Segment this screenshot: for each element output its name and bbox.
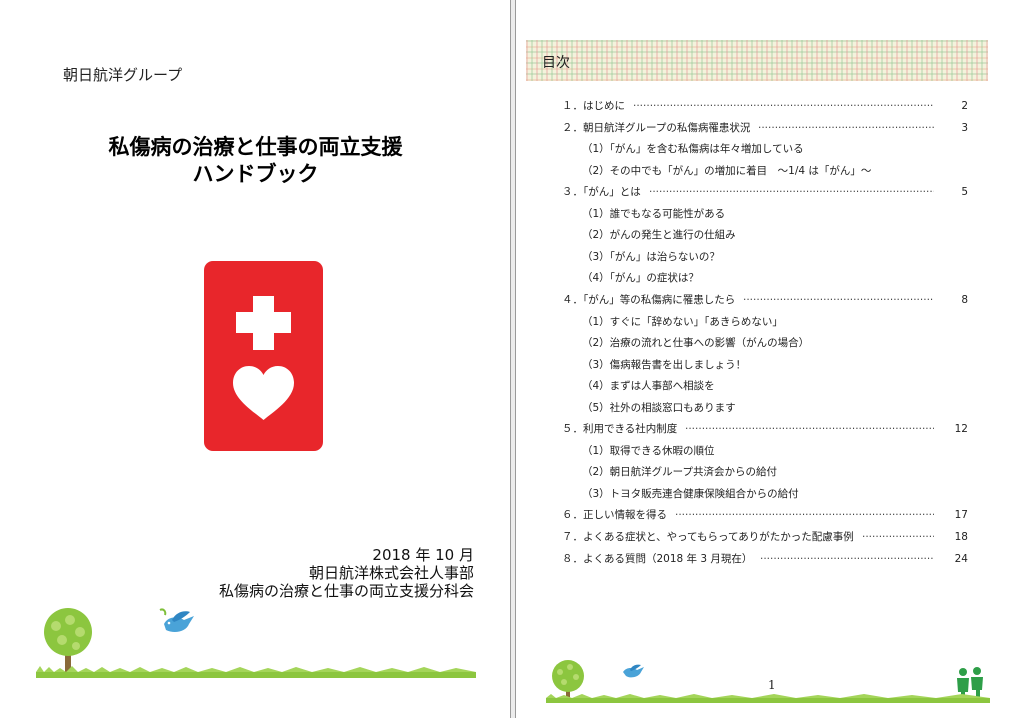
- toc-entry-label: （4）まずは人事部へ相談を: [582, 376, 715, 397]
- toc-entry-label: ２．朝日航洋グループの私傷病罹患状況: [562, 117, 751, 138]
- toc-leader-dots: ········································…: [760, 552, 934, 565]
- toc-entry-label: ３．「がん」とは: [562, 182, 641, 203]
- cover-date: 2018 年 10 月: [372, 546, 474, 564]
- cover-committee: 私傷病の治療と仕事の両立支援分科会: [218, 582, 474, 600]
- cover-title-line2: ハンドブック: [192, 162, 319, 186]
- toc-entry[interactable]: （1）取得できる休暇の順位: [582, 440, 968, 461]
- toc-page: 目次 １．はじめに 2 ······························…: [515, 0, 1024, 718]
- cross-heart-icon: [233, 296, 294, 420]
- toc-entry[interactable]: （5）社外の相談窓口もあります: [582, 397, 968, 418]
- toc-leader-dots: ········································…: [862, 531, 934, 543]
- toc-entry[interactable]: （2）治療の流れと仕事への影響（がんの場合）: [582, 333, 968, 354]
- toc-entry[interactable]: ５．利用できる社内制度 12 ···························…: [562, 419, 968, 440]
- grass-decoration: [36, 666, 476, 678]
- toc-entry[interactable]: （1）すぐに「辞めない」「あきらめない」: [582, 311, 968, 332]
- toc-entry-label: （4）「がん」の症状は？: [582, 268, 699, 289]
- toc-title: 目次: [542, 55, 570, 71]
- toc-entry[interactable]: ６．正しい情報を得る 17 ····························…: [562, 505, 968, 526]
- toc-entry-page: 3: [961, 121, 968, 134]
- toc-entry-label: （1）「がん」を含む私傷病は年々増加している: [582, 139, 804, 160]
- toc-entry-label: ４．「がん」等の私傷病に罹患したら: [562, 289, 736, 310]
- toc-entry-label: （1）すぐに「辞めない」「あきらめない」: [582, 311, 783, 332]
- toc-entry[interactable]: （1）誰でもなる可能性がある: [582, 203, 968, 224]
- toc-entry[interactable]: １．はじめに 2 ·································…: [562, 96, 968, 116]
- toc-entry-page: 24: [954, 552, 968, 565]
- toc-entry[interactable]: （2）がんの発生と進行の仕組み: [582, 225, 968, 246]
- cover-title-line1: 私傷病の治療と仕事の両立支援: [108, 135, 403, 159]
- bird-icon: [159, 608, 194, 632]
- toc-entry[interactable]: （2）朝日航洋グループ共済会からの給付: [582, 462, 968, 483]
- toc-entry-page: 2: [961, 100, 968, 112]
- toc-entry-label: （5）社外の相談窓口もあります: [582, 397, 736, 418]
- page-number: 1: [768, 678, 776, 692]
- cover-title: 私傷病の治療と仕事の両立支援 ハンドブック: [0, 134, 510, 188]
- cover-org: 朝日航洋株式会社人事部: [308, 564, 474, 582]
- toc-entry[interactable]: ８．よくある質問（2018 年 3 月現在） 24 ················…: [562, 548, 968, 569]
- toc-header: 目次: [526, 40, 988, 81]
- toc-entry[interactable]: （1）「がん」を含む私傷病は年々増加している: [582, 139, 968, 160]
- toc-entry-label: ８．よくある質問（2018 年 3 月現在）: [562, 548, 753, 569]
- toc-leader-dots: ········································…: [758, 121, 934, 134]
- toc-entry-page: 17: [954, 509, 968, 522]
- toc-entry[interactable]: （2）その中でも「がん」の増加に着目 ～1/4 は「がん」～: [582, 160, 968, 181]
- toc-leader-dots: ········································…: [685, 423, 934, 436]
- toc-entry-label: ７．よくある症状と、やってもらってありがたかった配慮事例: [562, 527, 854, 547]
- toc-leader-dots: ········································…: [675, 509, 934, 522]
- toc-entry[interactable]: ４．「がん」等の私傷病に罹患したら 8 ······················…: [562, 289, 968, 310]
- toc-entry[interactable]: （4）まずは人事部へ相談を: [582, 376, 968, 397]
- toc-leader-dots: ········································…: [633, 100, 934, 112]
- toc-entry-label: （3）「がん」は治らないの？: [582, 246, 720, 267]
- toc-entry[interactable]: ２．朝日航洋グループの私傷病罹患状況 3 ·····················…: [562, 117, 968, 138]
- toc-entry-page: 5: [961, 186, 968, 199]
- toc-entry-label: （2）治療の流れと仕事への影響（がんの場合）: [582, 333, 810, 354]
- toc-entry-label: ５．利用できる社内制度: [562, 419, 678, 440]
- toc-entry-label: １．はじめに: [562, 96, 625, 116]
- toc-entry-label: ６．正しい情報を得る: [562, 505, 667, 526]
- toc-entry-label: （3）トヨタ販売連合健康保険組合からの給付: [582, 483, 799, 504]
- toc-entry-label: （2）朝日航洋グループ共済会からの給付: [582, 462, 778, 483]
- toc-leader-dots: ········································…: [743, 293, 934, 306]
- toc-entry[interactable]: （3）「がん」は治らないの？: [582, 246, 968, 267]
- toc-entry[interactable]: （3）傷病報告書を出しましょう！: [582, 354, 968, 375]
- toc-entry-label: （1）取得できる休暇の順位: [582, 440, 715, 461]
- bird-icon: [623, 664, 644, 678]
- toc-entry[interactable]: （3）トヨタ販売連合健康保険組合からの給付: [582, 483, 968, 504]
- cover-footer: 2018 年 10 月 朝日航洋株式会社人事部 私傷病の治療と仕事の両立支援分科…: [219, 546, 474, 600]
- toc-entry-page: 8: [961, 293, 968, 306]
- toc-leader-dots: ········································…: [649, 186, 934, 199]
- toc-entry-label: （2）その中でも「がん」の増加に着目 ～1/4 は「がん」～: [582, 160, 872, 181]
- toc-entry-label: （3）傷病報告書を出しましょう！: [582, 354, 747, 375]
- toc-entry-page: 12: [954, 423, 968, 436]
- toc-entry[interactable]: ３．「がん」とは 5 ·······························…: [562, 182, 968, 203]
- medical-card-icon: [204, 261, 323, 451]
- toc-entry-page: 18: [954, 531, 968, 543]
- toc-entry[interactable]: （4）「がん」の症状は？: [582, 268, 968, 289]
- grass-decoration: [546, 694, 990, 703]
- group-name: 朝日航洋グループ: [63, 66, 183, 84]
- toc-entry-label: （1）誰でもなる可能性がある: [582, 203, 726, 224]
- toc-entry[interactable]: ７．よくある症状と、やってもらってありがたかった配慮事例 18 ··········…: [562, 527, 968, 547]
- cover-page: 朝日航洋グループ 私傷病の治療と仕事の両立支援 ハンドブック 2018 年 10…: [0, 0, 511, 718]
- toc-entry-label: （2）がんの発生と進行の仕組み: [582, 225, 736, 246]
